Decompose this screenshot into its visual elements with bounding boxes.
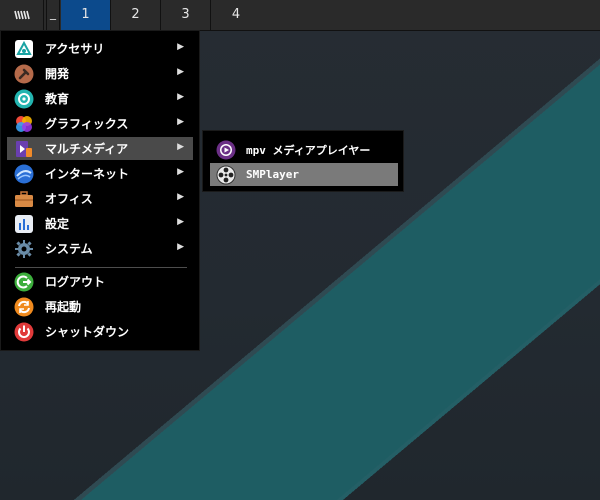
menu-item-label: 開発 (45, 67, 70, 81)
menu-item-shutdown[interactable]: シャットダウン (7, 320, 193, 343)
menu-item-education[interactable]: 教育 ▶ (7, 87, 193, 110)
menu-item-settings[interactable]: 設定 ▶ (7, 212, 193, 235)
menu-item-office[interactable]: オフィス ▶ (7, 187, 193, 210)
reboot-icon (13, 296, 35, 318)
multimedia-submenu: mpv メディアプレイヤー SMPlayer (202, 130, 404, 192)
submenu-item-smplayer[interactable]: SMPlayer (210, 163, 398, 186)
office-briefcase-icon (13, 188, 35, 210)
menu-item-label: 再起動 (45, 300, 82, 314)
submenu-arrow-icon: ▶ (177, 92, 184, 102)
application-menu: アクセサリ ▶ 開発 ▶ 教育 ▶ グラフィックス ▶ マルチメディア ▶ イン… (0, 30, 200, 351)
menu-item-label: 教育 (45, 92, 70, 106)
menu-item-logout[interactable]: ログアウト (7, 270, 193, 293)
accessories-icon (13, 38, 35, 60)
system-gear-icon (13, 238, 35, 260)
submenu-arrow-icon: ▶ (177, 242, 184, 252)
submenu-item-label: SMPlayer (246, 168, 299, 181)
app-menu-icon (13, 10, 30, 20)
menu-item-label: 設定 (45, 217, 70, 231)
submenu-item-label: mpv メディアプレイヤー (246, 143, 371, 157)
top-panel: _ 1 2 3 4 (0, 0, 600, 31)
development-hammer-icon (13, 63, 35, 85)
education-icon (13, 88, 35, 110)
submenu-arrow-icon: ▶ (177, 142, 184, 152)
submenu-arrow-icon: ▶ (177, 192, 184, 202)
menu-item-label: アクセサリ (45, 42, 105, 56)
shutdown-power-icon (13, 321, 35, 343)
menu-item-reboot[interactable]: 再起動 (7, 295, 193, 318)
workspace-2-button[interactable]: 2 (111, 0, 161, 30)
menu-item-multimedia[interactable]: マルチメディア ▶ (7, 137, 193, 160)
minimize-all-button[interactable]: _ (46, 0, 60, 30)
menu-item-accessories[interactable]: アクセサリ ▶ (7, 37, 193, 60)
menu-separator (15, 267, 187, 268)
menu-item-label: シャットダウン (45, 325, 130, 339)
menu-item-label: ログアウト (45, 275, 106, 289)
menu-item-internet[interactable]: インターネット ▶ (7, 162, 193, 185)
submenu-arrow-icon: ▶ (177, 42, 184, 52)
menu-item-label: マルチメディア (45, 142, 129, 156)
settings-icon (13, 213, 35, 235)
submenu-arrow-icon: ▶ (177, 67, 184, 77)
menu-item-label: オフィス (45, 192, 93, 206)
submenu-arrow-icon: ▶ (177, 117, 184, 127)
workspace-4-button[interactable]: 4 (211, 0, 261, 30)
menu-item-system[interactable]: システム ▶ (7, 237, 193, 260)
menu-item-label: グラフィックス (45, 117, 129, 131)
logout-icon (13, 271, 35, 293)
smplayer-icon (215, 164, 237, 186)
mpv-icon (215, 139, 237, 161)
menu-item-label: システム (45, 242, 93, 256)
submenu-arrow-icon: ▶ (177, 167, 184, 177)
workspace-3-button[interactable]: 3 (161, 0, 211, 30)
workspace-1-button[interactable]: 1 (61, 0, 111, 30)
submenu-item-mpv[interactable]: mpv メディアプレイヤー (210, 138, 398, 161)
menu-item-development[interactable]: 開発 ▶ (7, 62, 193, 85)
menu-item-label: インターネット (45, 167, 130, 181)
internet-globe-icon (13, 163, 35, 185)
menu-launcher-button[interactable] (0, 0, 44, 30)
submenu-arrow-icon: ▶ (177, 217, 184, 227)
multimedia-icon (13, 138, 35, 160)
menu-item-graphics[interactable]: グラフィックス ▶ (7, 112, 193, 135)
graphics-icon (13, 113, 35, 135)
